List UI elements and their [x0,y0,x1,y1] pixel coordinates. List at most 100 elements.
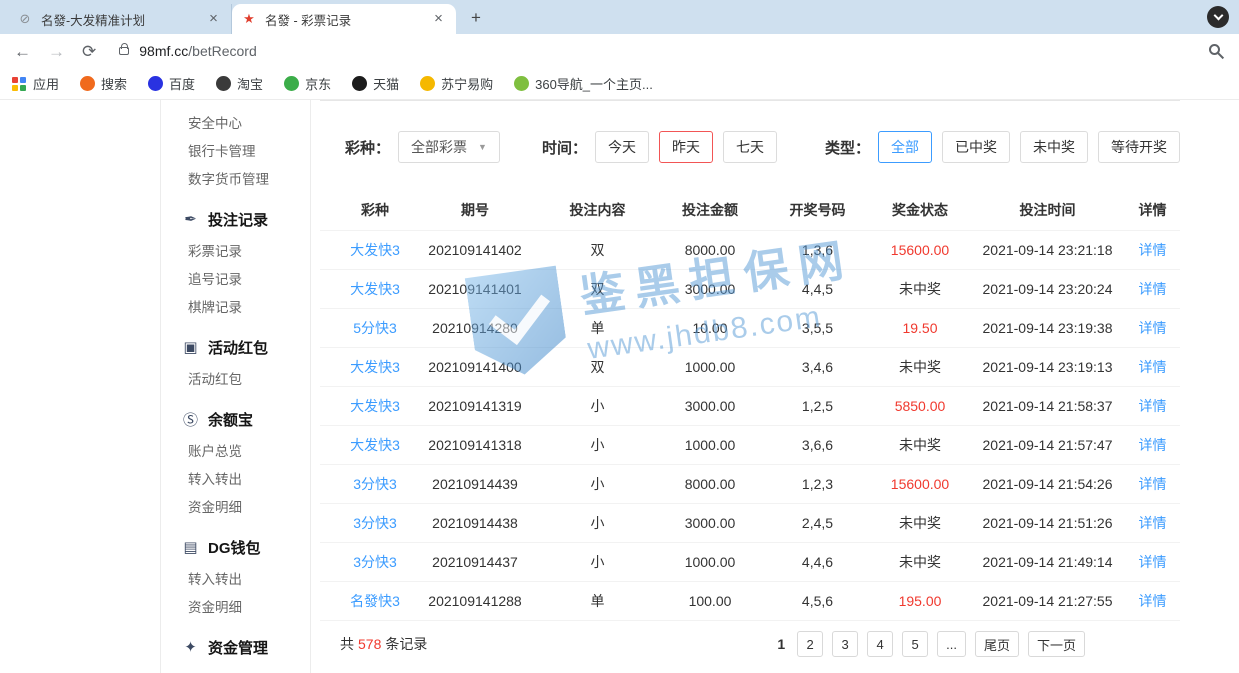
sidebar-section[interactable]: ▤DG钱包 [182,530,310,564]
bookmark-item[interactable]: 天猫 [352,74,399,93]
browser-menu-button[interactable] [1207,6,1229,28]
bookmark-label: 淘宝 [237,74,263,93]
bet-time: 2021-09-14 21:57:47 [970,437,1125,453]
browser-tab-bet-record[interactable]: ★ 名發 - 彩票记录 × [232,4,456,34]
column-header: 彩种 [340,200,410,220]
detail-link[interactable]: 详情 [1125,357,1180,377]
page-button[interactable]: 3 [832,631,858,657]
bookmark-item[interactable]: 360导航_一个主页... [514,74,653,93]
new-tab-button[interactable]: + [463,5,489,31]
page-button[interactable]: 4 [867,631,893,657]
detail-link[interactable]: 详情 [1125,318,1180,338]
bookmark-item[interactable]: 苏宁易购 [420,74,493,93]
bet-amount: 3000.00 [655,281,765,297]
sidebar-item[interactable]: 棋牌记录 [188,292,310,320]
sidebar-item[interactable]: 资金明细 [188,592,310,620]
sidebar-item[interactable]: 彩票记录 [188,236,310,264]
sidebar-item-label: 银行卡管理 [188,140,256,160]
bet-time: 2021-09-14 23:20:24 [970,281,1125,297]
bookmarks-list: 搜索 百度 淘宝 京东 天猫 苏宁易购 360导航_一个主页... [80,74,653,93]
tab-title: 名發-大发精准计划 [41,10,197,29]
table-row: 大发快3202109141401双3000.004,4,5未中奖2021-09-… [320,270,1180,309]
sidebar-item[interactable]: 活动红包 [188,364,310,392]
tab-close-icon[interactable]: × [430,11,447,28]
sidebar-item-label: 资金明细 [188,496,242,516]
prize-status: 未中奖 [870,279,970,299]
sidebar-item-label: 资金明细 [188,596,242,616]
detail-link[interactable]: 详情 [1125,396,1180,416]
column-header: 开奖号码 [765,200,870,220]
key-icon[interactable] [1209,44,1225,58]
type-filter-button[interactable]: 已中奖 [942,131,1010,163]
tmall-favicon [352,76,367,91]
detail-link[interactable]: 详情 [1125,513,1180,533]
draw-numbers: 4,4,5 [765,281,870,297]
main-panel: 彩种： 全部彩票 ▼ 时间： 今天昨天七天 类型： 全部已中奖未中奖等待开奖 彩… [320,100,1180,673]
sidebar-item[interactable]: 数字货币管理 [188,164,310,192]
reload-icon[interactable]: ⟳ [82,43,96,60]
issue-number: 202109141402 [410,242,540,258]
detail-link[interactable]: 详情 [1125,552,1180,572]
draw-numbers: 1,2,3 [765,476,870,492]
forward-icon[interactable]: → [48,43,65,60]
prize-status: 5850.00 [870,398,970,414]
sidebar-section[interactable]: Ⓢ余额宝 [182,402,310,436]
time-filter-button[interactable]: 昨天 [659,131,713,163]
type-filter-button[interactable]: 未中奖 [1020,131,1088,163]
page-button[interactable]: 2 [797,631,823,657]
lottery-select[interactable]: 全部彩票 ▼ [398,131,500,163]
detail-link[interactable]: 详情 [1125,474,1180,494]
page-button[interactable]: ... [937,631,966,657]
sidebar-item[interactable]: 资金明细 [188,492,310,520]
apps-button[interactable]: 应用 [12,74,59,93]
detail-link[interactable]: 详情 [1125,591,1180,611]
issue-number: 202109141319 [410,398,540,414]
sidebar-section[interactable]: ▣活动红包 [182,330,310,364]
sidebar-item-label: 余额宝 [208,409,253,430]
page-button[interactable]: 5 [902,631,928,657]
bookmark-label: 360导航_一个主页... [535,74,653,93]
column-header: 详情 [1125,200,1180,220]
back-icon[interactable]: ← [14,43,31,60]
page-button[interactable]: 下一页 [1028,631,1085,657]
table-row: 5分快320210914280单10.003,5,519.502021-09-1… [320,309,1180,348]
sidebar-item[interactable]: 转入转出 [188,564,310,592]
detail-link[interactable]: 详情 [1125,279,1180,299]
tab-close-icon[interactable]: × [205,11,222,28]
bookmark-item[interactable]: 淘宝 [216,74,263,93]
bet-content: 小 [540,435,655,455]
bet-amount: 10.00 [655,320,765,336]
bookmark-item[interactable]: 搜索 [80,74,127,93]
column-header: 投注时间 [970,200,1125,220]
time-filter-button[interactable]: 七天 [723,131,777,163]
bet-content: 小 [540,396,655,416]
browser-tab-plan[interactable]: ⊘ 名發-大发精准计划 × [8,4,232,34]
bookmarks-bar: 应用 搜索 百度 淘宝 京东 天猫 苏宁易购 360导航_一个主页... [0,68,1239,100]
url-text[interactable]: 98mf.cc/betRecord [139,43,257,59]
draw-numbers: 1,3,6 [765,242,870,258]
prize-status: 未中奖 [870,435,970,455]
sidebar-section[interactable]: ✦资金管理 [182,630,310,664]
sidebar-item[interactable]: 追号记录 [188,264,310,292]
bet-time: 2021-09-14 23:19:38 [970,320,1125,336]
sidebar-item[interactable]: 安全中心 [188,108,310,136]
bet-content: 双 [540,279,655,299]
draw-numbers: 4,5,6 [765,593,870,609]
sidebar-item[interactable]: 账户总览 [188,436,310,464]
sidebar-section[interactable]: ✒投注记录 [182,202,310,236]
bookmark-item[interactable]: 百度 [148,74,195,93]
detail-link[interactable]: 详情 [1125,435,1180,455]
sidebar-item-label: 数字货币管理 [188,168,269,188]
type-filter-button[interactable]: 全部 [878,131,932,163]
sidebar-item[interactable]: 转入转出 [188,464,310,492]
bookmark-item[interactable]: 京东 [284,74,331,93]
browser-window: ⊘ 名發-大发精准计划 × ★ 名發 - 彩票记录 × + ← → ⟳ 98mf… [0,0,1239,673]
prize-status: 15600.00 [870,476,970,492]
sidebar-item[interactable]: 银行卡管理 [188,136,310,164]
detail-link[interactable]: 详情 [1125,240,1180,260]
page-button[interactable]: 尾页 [975,631,1019,657]
sidebar-item-label: 转入转出 [188,468,242,488]
time-filter-button[interactable]: 今天 [595,131,649,163]
type-filter-button[interactable]: 等待开奖 [1098,131,1180,163]
type-filter-group: 全部已中奖未中奖等待开奖 [878,131,1180,163]
